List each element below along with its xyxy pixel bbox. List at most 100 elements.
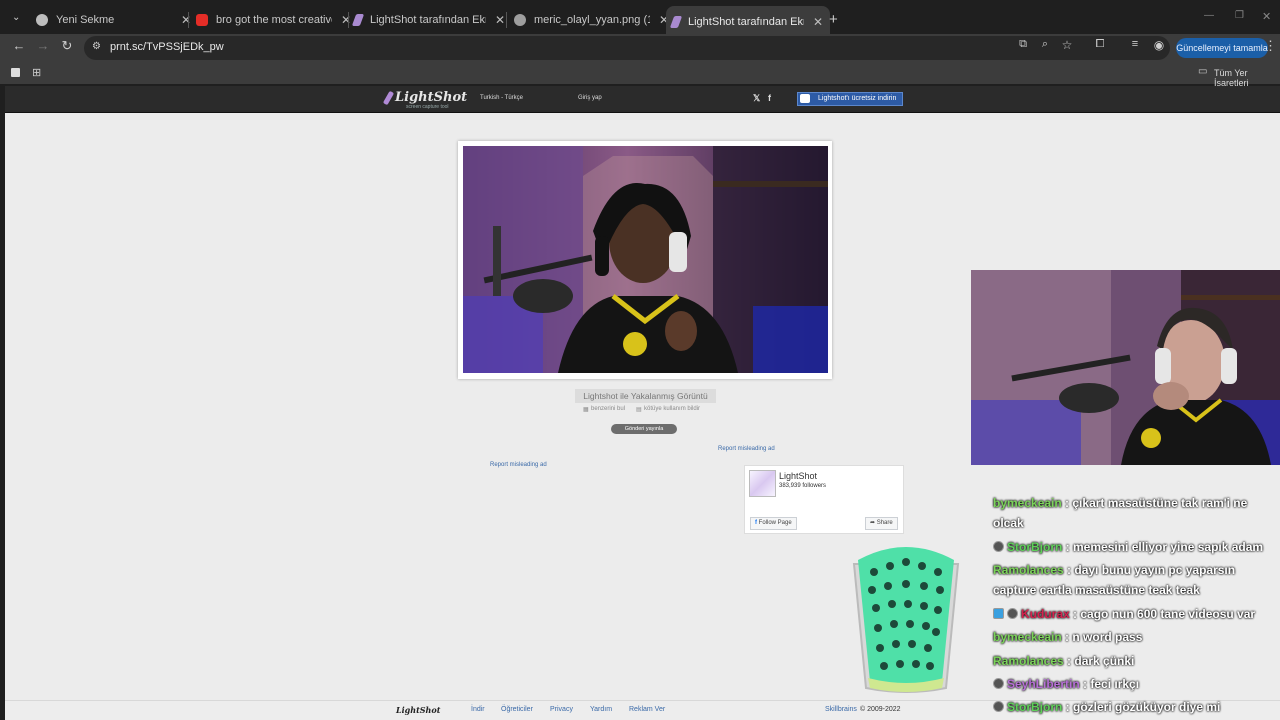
lightshot-header (5, 86, 1280, 113)
language-selector[interactable]: Turkish - Türkçe (480, 95, 523, 101)
extensions-icon[interactable]: ⧠ (1091, 38, 1109, 51)
page-icon[interactable] (11, 68, 20, 77)
reload-button[interactable]: ↻ (58, 38, 76, 54)
close-icon[interactable]: ✕ (180, 13, 192, 27)
all-bookmarks[interactable]: Tüm Yer İşaretleri (1214, 68, 1280, 88)
webcam-overlay (971, 270, 1280, 465)
profile-icon[interactable]: ◉ (1150, 38, 1168, 52)
apps-grid-icon[interactable]: ⊞ (32, 66, 41, 79)
media-controls-icon[interactable]: ≡ (1126, 38, 1144, 50)
chat-message-continued: capture cartla masaüstüne teak teak (993, 583, 1200, 597)
login-link[interactable]: Giriş yap (578, 95, 602, 101)
chat-message: bymeckeain : çıkart masaüstüne tak ram'i… (993, 496, 1247, 510)
lightshot-tagline: screen capture tool (406, 104, 449, 110)
tab-image[interactable]: meric_olayl_yyan.png (1080×19 ✕ (514, 7, 670, 33)
lightshot-logo[interactable]: LightShot (395, 90, 467, 105)
chat-message: StorBjorn : gözleri gözüküyor diye mi (993, 700, 1220, 714)
footer-copyright: © 2009-2022 (860, 706, 901, 713)
zoom-icon[interactable]: ⌕ (1036, 38, 1054, 51)
chat-text: : feci ırkçı (1079, 677, 1140, 691)
report-ad-link[interactable]: Report misleading ad (718, 446, 775, 452)
follow-page-button[interactable]: f Follow Page (750, 517, 797, 530)
tab-lightshot-1[interactable]: LightShot tarafından Ekran Görün ✕ (351, 7, 506, 33)
download-button[interactable]: Lightshot'ı ücretsiz indirin (797, 92, 903, 106)
share-label: Share (876, 520, 893, 526)
bookmark-star-icon[interactable]: ☆ (1058, 38, 1076, 52)
download-icon (800, 94, 810, 103)
chat-text: : dark çünki (1063, 654, 1135, 668)
folder-icon: ▭ (1198, 66, 1208, 77)
chat-text: capture cartla masaüstüne teak teak (993, 583, 1200, 597)
facebook-page-avatar[interactable] (749, 470, 776, 497)
chat-badge-icon (1007, 608, 1018, 619)
report-ad-link[interactable]: Report misleading ad (490, 462, 547, 468)
minimize-button[interactable]: — (1204, 10, 1214, 21)
chat-message: Ramolances : dark çünki (993, 654, 1134, 668)
cup-graphic (850, 542, 962, 694)
report-abuse-link[interactable]: kötüye kullanım bildir (644, 406, 700, 412)
close-icon[interactable]: ✕ (812, 15, 824, 29)
chat-message: Ramolances : dayı bunu yayın pc yaparsın (993, 563, 1235, 577)
chat-text: : n word pass (1061, 630, 1143, 644)
feather-icon (351, 14, 365, 26)
tab-separator (506, 12, 507, 28)
tab-separator (348, 12, 349, 28)
forward-button[interactable]: → (34, 38, 52, 53)
twitter-icon[interactable]: 𝕏 (753, 93, 760, 104)
back-button[interactable]: ← (10, 38, 28, 53)
maximize-button[interactable]: ❐ (1235, 10, 1244, 21)
tweet-button[interactable]: Gönderi yayınla (611, 424, 677, 434)
tab-search-button[interactable]: ⌄ (12, 12, 20, 23)
chat-text: : memesini elliyor yine sapık adam (1062, 540, 1264, 554)
caption-text: Lightshot ile Yakalanmış Görüntü (575, 389, 716, 403)
new-tab-button[interactable]: + (829, 11, 838, 28)
close-icon[interactable]: ✕ (494, 13, 506, 27)
chat-text: olcak (993, 516, 1024, 530)
footer-link-download[interactable]: İndir (471, 706, 485, 713)
flag-icon: ▤ (636, 407, 642, 413)
chat-text: : dayı bunu yayın pc yaparsın (1063, 563, 1236, 577)
find-similar-link[interactable]: benzerini bul (591, 406, 625, 412)
chat-badge-icon (993, 678, 1004, 689)
chat-username: Ramolances (993, 654, 1064, 668)
facebook-page-name[interactable]: LightShot (779, 471, 817, 481)
tab-separator (188, 12, 189, 28)
close-window-button[interactable]: ✕ (1262, 10, 1271, 23)
install-app-icon[interactable]: ⧉ (1014, 38, 1032, 51)
chat-badge-icon (993, 608, 1004, 619)
footer-link-advertise[interactable]: Reklam Ver (629, 706, 665, 713)
chrome-icon (36, 14, 48, 26)
chat-username: Ramolances (993, 563, 1064, 577)
close-icon[interactable]: ✕ (340, 13, 352, 27)
menu-kebab-icon[interactable]: ⋮ (1264, 38, 1277, 54)
tab-new-tab[interactable]: Yeni Sekme ✕ (36, 7, 192, 33)
facebook-icon[interactable]: f (768, 93, 771, 103)
chat-message-continued: olcak (993, 516, 1024, 530)
url-text[interactable]: prnt.sc/TvPSSjEDk_pw (110, 41, 224, 53)
tab-title: meric_olayl_yyan.png (1080×19 (534, 14, 650, 26)
share-icon: ➦ (870, 520, 877, 526)
chat-username: bymeckeain (993, 496, 1062, 510)
chat-message: StorBjorn : memesini elliyor yine sapık … (993, 540, 1263, 554)
tab-title: Yeni Sekme (56, 14, 115, 26)
site-info-icon[interactable]: ⚙ (92, 41, 101, 52)
chat-username: bymeckeain (993, 630, 1062, 644)
address-bar[interactable] (84, 36, 1170, 60)
footer-link-help[interactable]: Yardım (590, 706, 612, 713)
feather-icon (669, 16, 683, 28)
tab-title: LightShot tarafından Ekran Görün (688, 16, 804, 28)
tab-youtube[interactable]: bro got the most creative viewer ✕ (196, 7, 352, 33)
chat-username: StorBjorn (1007, 700, 1063, 714)
follow-label: Follow Page (758, 520, 792, 526)
chat-message: SeyhLibertin : feci ırkçı (993, 677, 1139, 691)
bookmarks-bar (0, 62, 1280, 84)
footer-brand[interactable]: Skillbrains (825, 706, 857, 713)
facebook-followers: 383,939 followers (779, 483, 827, 489)
footer-link-tutorials[interactable]: Öğreticiler (501, 706, 533, 713)
footer-logo[interactable]: LightShot (396, 705, 440, 715)
chat-username: Kudurax (1021, 607, 1070, 621)
update-button[interactable]: Güncellemeyi tamamla (1176, 38, 1268, 58)
footer-link-privacy[interactable]: Privacy (550, 706, 573, 713)
screenshot-image[interactable] (463, 146, 828, 373)
share-button[interactable]: ➦ Share (865, 517, 898, 530)
